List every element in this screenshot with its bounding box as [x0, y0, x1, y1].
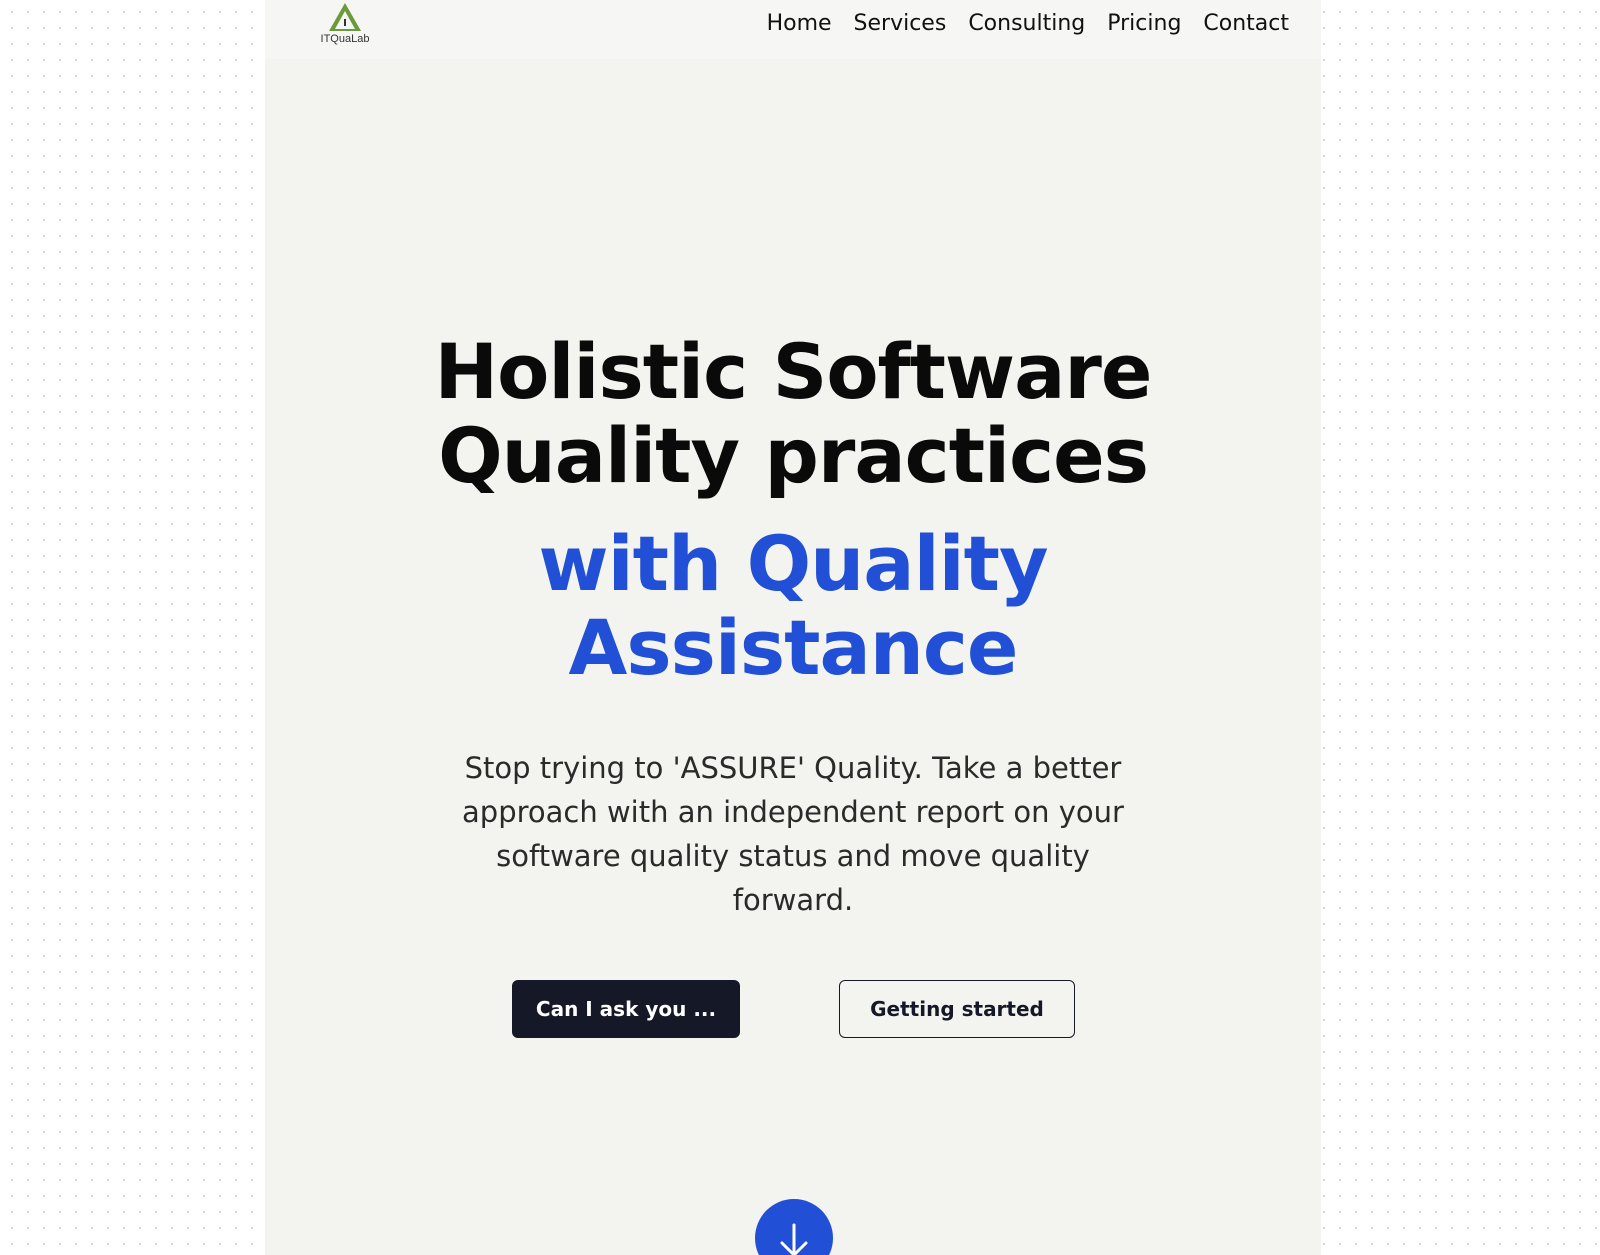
- nav-home[interactable]: Home: [767, 8, 832, 40]
- hero-actions: Can I ask you ... Getting started: [265, 980, 1321, 1038]
- hero-accent-headline: with Quality Assistance: [265, 522, 1321, 690]
- headline-line-1: Holistic Software: [434, 327, 1153, 416]
- site-header: ITQuaLab Home Services Consulting Pricin…: [265, 0, 1321, 59]
- ask-question-button[interactable]: Can I ask you ...: [512, 980, 740, 1038]
- logo-link[interactable]: ITQuaLab: [310, 2, 380, 52]
- main-nav: Home Services Consulting Pricing Contact: [767, 8, 1289, 40]
- nav-contact[interactable]: Contact: [1203, 8, 1289, 40]
- arrow-down-icon: [780, 1223, 808, 1255]
- hero-subtitle: Stop trying to 'ASSURE' Quality. Take a …: [462, 751, 1124, 917]
- nav-pricing[interactable]: Pricing: [1107, 8, 1181, 40]
- logo-text: ITQuaLab: [320, 33, 370, 45]
- hero-headline: Holistic Software Quality practices: [265, 330, 1321, 498]
- getting-started-button[interactable]: Getting started: [839, 980, 1075, 1038]
- hero-section: Holistic Software Quality practices with…: [265, 330, 1321, 922]
- nav-consulting[interactable]: Consulting: [968, 8, 1085, 40]
- nav-services[interactable]: Services: [854, 8, 947, 40]
- accent-line-2: Assistance: [568, 603, 1019, 692]
- headline-line-2: Quality practices: [438, 411, 1149, 500]
- hero-panel: Holistic Software Quality practices with…: [265, 59, 1321, 1255]
- logo-icon: [329, 3, 361, 31]
- scroll-down-button[interactable]: [755, 1199, 833, 1255]
- accent-line-1: with Quality: [538, 519, 1048, 608]
